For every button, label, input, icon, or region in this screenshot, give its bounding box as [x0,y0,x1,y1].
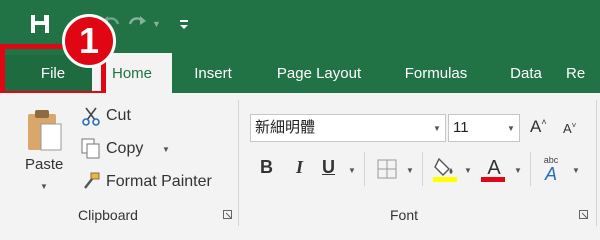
paint-bucket-icon [433,157,457,182]
underline-label: U [322,157,335,177]
redo-icon [128,16,146,25]
tab-review-label: Re [566,65,586,82]
phonetic-dropdown-icon[interactable]: ▼ [572,166,580,175]
font-group-label: Font [390,207,419,223]
font-name-value: 新細明體 [255,119,316,136]
tab-review[interactable]: Re [566,55,600,93]
copy-dropdown-icon[interactable]: ▼ [162,145,170,154]
font-color-dropdown-icon[interactable]: ▼ [514,166,522,175]
tab-insert[interactable]: Insert [180,55,246,93]
tab-page-layout[interactable]: Page Layout [260,55,378,93]
tab-formulas[interactable]: Formulas [392,55,480,93]
dialog-launcher-icon [578,209,588,219]
cut-label: Cut [106,107,131,124]
shrink-font-button[interactable]: A˅ [563,121,576,136]
phonetic-guide-button[interactable]: abc A [538,152,564,186]
customize-qat-button[interactable] [178,12,190,36]
font-name-box[interactable]: 新細明體 [250,114,446,142]
font-size-dropdown-icon[interactable]: ▼ [507,124,515,133]
tab-data-label: Data [510,65,542,82]
bold-label: B [260,157,273,177]
group-divider [238,100,239,226]
copy-label: Copy [106,140,144,157]
copy-icon-wrap[interactable] [80,138,102,160]
tab-data[interactable]: Data [498,55,554,93]
bold-button[interactable]: B [260,157,273,178]
italic-button[interactable]: I [296,157,303,178]
clipboard-dialog-launcher[interactable] [222,209,232,219]
cut-button[interactable]: Cut [106,107,131,125]
underline-button[interactable]: U [322,157,335,178]
grow-font-caret-icon: ˄ [541,117,547,127]
paste-dropdown-icon[interactable]: ▼ [40,182,48,191]
font-dialog-launcher[interactable] [578,209,588,219]
grow-font-label: A [530,117,542,136]
borders-button[interactable] [375,158,399,180]
redo-button[interactable] [126,12,148,36]
format-divider [364,152,365,186]
step-badge: 1 [62,14,116,68]
dialog-launcher-icon [222,209,232,219]
paste-label: Paste [25,156,64,173]
save-icon [31,15,49,33]
borders-dropdown-icon[interactable]: ▼ [406,166,414,175]
font-name-dropdown-icon[interactable]: ▼ [433,124,441,133]
redo-dropdown[interactable]: ▼ [152,12,161,36]
tab-page-layout-label: Page Layout [276,65,362,82]
underline-dropdown-icon[interactable]: ▼ [348,166,356,175]
clipboard-icon [28,110,62,151]
chevron-down-icon: ▼ [152,19,161,29]
format-painter-icon-wrap[interactable] [80,170,102,192]
group-divider-right [596,100,597,226]
fill-color-dropdown-icon[interactable]: ▼ [464,166,472,175]
phonetic-divider [530,152,531,186]
cut-button-icon-wrap[interactable] [80,106,102,126]
font-color-swatch [481,177,505,182]
phonetic-letter: A [544,164,557,184]
save-button[interactable] [28,12,52,36]
paste-button[interactable] [24,108,64,154]
borders-icon [377,159,397,179]
shrink-font-label: A [563,121,572,136]
font-size-value: 11 [453,119,469,136]
scissors-icon [82,107,100,126]
customize-qat-icon [180,20,188,29]
fill-color-button[interactable] [432,154,460,184]
tab-formulas-label: Formulas [404,65,468,82]
format-painter-button[interactable]: Format Painter [106,173,212,191]
italic-label: I [296,157,304,177]
shrink-font-caret-icon: ˅ [571,121,577,130]
fill-divider [422,152,423,186]
clipboard-group-label: Clipboard [78,207,138,223]
tab-home-label: Home [111,65,152,82]
paintbrush-icon [84,172,100,189]
copy-button[interactable]: Copy [106,140,143,158]
tab-insert-label: Insert [194,65,232,82]
format-painter-label: Format Painter [106,173,212,190]
grow-font-button[interactable]: A˄ [530,117,547,137]
copy-icon [81,138,100,159]
